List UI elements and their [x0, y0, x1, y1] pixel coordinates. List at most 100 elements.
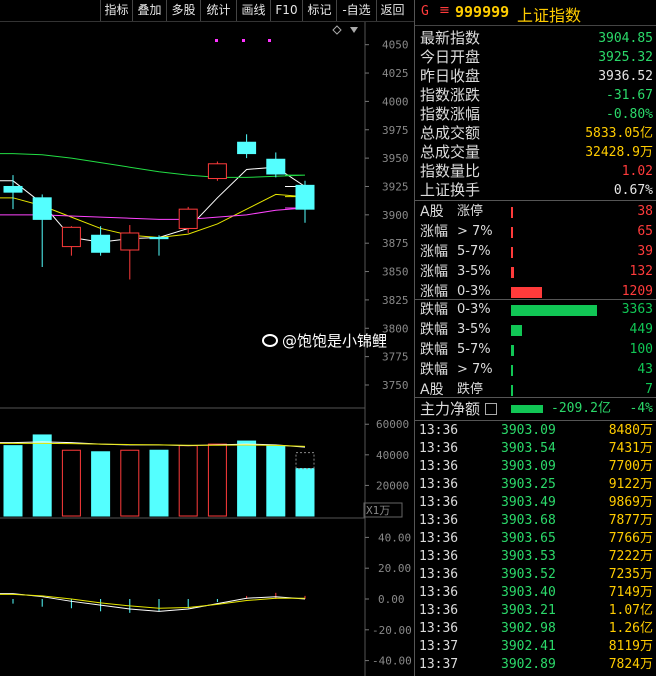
distribution-row: 涨幅 > 7% 65	[415, 222, 656, 242]
candle-body	[237, 141, 257, 155]
volume-bar	[237, 440, 257, 517]
distribution-row: 跌幅 0-3% 3363	[415, 300, 656, 320]
distribution-range: 3-5%	[457, 322, 491, 337]
quote-value: 3904.85	[598, 31, 653, 46]
tick-row[interactable]: 13:36 3903.65 7766万	[415, 530, 656, 548]
detail-icon[interactable]	[485, 403, 497, 415]
tick-row[interactable]: 13:36 3903.40 7149万	[415, 584, 656, 602]
toolbar-button-1[interactable]: 叠加	[132, 0, 166, 21]
toolbar-button-0[interactable]: 指标	[100, 0, 132, 21]
candle-body	[91, 234, 111, 253]
toolbar-button-5[interactable]: F10	[270, 0, 302, 21]
tick-row[interactable]: 13:36 3903.21 1.07亿	[415, 602, 656, 620]
chevron-down-icon	[350, 27, 358, 33]
tick-row[interactable]: 13:36 3903.53 7222万	[415, 548, 656, 566]
price-tick-label: 3875	[382, 237, 409, 250]
tick-price: 3902.89	[501, 657, 556, 672]
tick-row[interactable]: 13:36 3903.09 7700万	[415, 458, 656, 476]
main-force-label: 主力净额	[420, 400, 481, 418]
tick-row[interactable]: 13:37 3902.89 7824万	[415, 656, 656, 674]
security-code: 999999	[455, 3, 510, 21]
tick-time: 13:36	[419, 441, 459, 456]
tick-price: 3903.40	[501, 585, 556, 600]
distribution-range: 3-5%	[457, 264, 491, 279]
watermark-text: @饱饱是小锦鲤	[282, 332, 388, 350]
distribution-row: 跌幅 3-5% 449	[415, 320, 656, 340]
quote-row: 今日开盘 3925.32	[415, 48, 656, 67]
tick-volume: 7431万	[608, 441, 653, 456]
price-tick-label: 4025	[382, 67, 409, 80]
quote-label: 上证换手	[420, 181, 481, 199]
toolbar-button-4[interactable]: 画线	[236, 0, 270, 21]
quote-label: 指数涨跌	[420, 86, 481, 104]
distribution-range: 5-7%	[457, 244, 491, 259]
volume-bar	[91, 451, 111, 517]
quote-row: 指数涨幅 -0.80%	[415, 105, 656, 124]
distribution-value: 132	[629, 264, 653, 279]
tick-price: 3903.09	[501, 423, 556, 438]
tick-price: 3903.52	[501, 567, 556, 582]
candle-body	[178, 208, 198, 229]
tick-volume: 7222万	[608, 549, 653, 564]
tick-row[interactable]: 13:36 3903.49 9869万	[415, 494, 656, 512]
tick-row[interactable]: 13:36 3903.25 9122万	[415, 476, 656, 494]
tick-row[interactable]: 13:36 3903.09 8480万	[415, 422, 656, 440]
distribution-bar	[511, 207, 513, 218]
distribution-range: > 7%	[457, 224, 493, 239]
toolbar-button-7[interactable]: -自选	[336, 0, 376, 21]
tick-row[interactable]: 13:36 3902.98 1.26亿	[415, 620, 656, 638]
toolbar-button-8[interactable]: 返回	[376, 0, 408, 21]
distribution-bar	[511, 365, 513, 376]
quote-label: 昨日收盘	[420, 67, 481, 85]
tick-volume: 1.07亿	[608, 603, 653, 618]
macd-tick-label: 20.00	[378, 562, 411, 575]
volume-bar	[295, 468, 315, 517]
quote-value: 0.67%	[613, 183, 653, 198]
volume-prev-outline	[295, 452, 315, 470]
candle-body	[295, 184, 315, 210]
main-force-value: -209.2亿	[551, 401, 611, 416]
macd-dea-line	[0, 593, 305, 609]
tick-price: 3902.41	[501, 639, 556, 654]
tick-price: 3903.68	[501, 513, 556, 528]
group-label[interactable]: G	[421, 4, 429, 19]
distribution-value: 43	[637, 362, 653, 377]
distribution-bar	[511, 247, 513, 258]
volume-bar	[61, 449, 81, 517]
distribution-row: A股 涨停 38	[415, 202, 656, 222]
volume-bar	[178, 445, 198, 517]
diamond-icon	[332, 25, 342, 35]
toolbar-button-6[interactable]: 标记	[302, 0, 336, 21]
distribution-bar	[511, 325, 523, 336]
tick-volume: 8119万	[608, 639, 653, 654]
quote-value: 1.02	[621, 164, 653, 179]
tick-row[interactable]: 13:37 3902.41 8119万	[415, 638, 656, 656]
distribution-bar	[511, 345, 515, 356]
quote-label: 指数量比	[420, 162, 481, 180]
toolbar-button-3[interactable]: 统计	[200, 0, 236, 21]
tick-time: 13:37	[419, 639, 459, 654]
quote-value: 5833.05亿	[585, 126, 653, 141]
tick-price: 3903.65	[501, 531, 556, 546]
tick-volume: 7877万	[608, 513, 653, 528]
tick-time: 13:36	[419, 585, 459, 600]
tick-price: 3903.49	[501, 495, 556, 510]
distribution-row: 涨幅 3-5% 132	[415, 262, 656, 282]
quote-row: 最新指数 3904.85	[415, 29, 656, 48]
volume-unit-label: X1万	[366, 504, 390, 517]
price-tick-label: 4000	[382, 95, 409, 108]
tick-time: 13:36	[419, 567, 459, 582]
toolbar-button-2[interactable]: 多股	[166, 0, 200, 21]
distribution-value: 65	[637, 224, 653, 239]
tick-volume: 7824万	[608, 657, 653, 672]
tick-row[interactable]: 13:36 3903.68 7877万	[415, 512, 656, 530]
menu-icon[interactable]: ≡	[439, 3, 450, 18]
tick-time: 13:36	[419, 477, 459, 492]
tick-row[interactable]: 13:36 3903.52 7235万	[415, 566, 656, 584]
tick-time: 13:36	[419, 603, 459, 618]
tick-time: 13:36	[419, 423, 459, 438]
price-tick-label: 3925	[382, 180, 409, 193]
quote-value: -0.80%	[606, 107, 653, 122]
tick-price: 3903.21	[501, 603, 556, 618]
tick-row[interactable]: 13:36 3903.54 7431万	[415, 440, 656, 458]
